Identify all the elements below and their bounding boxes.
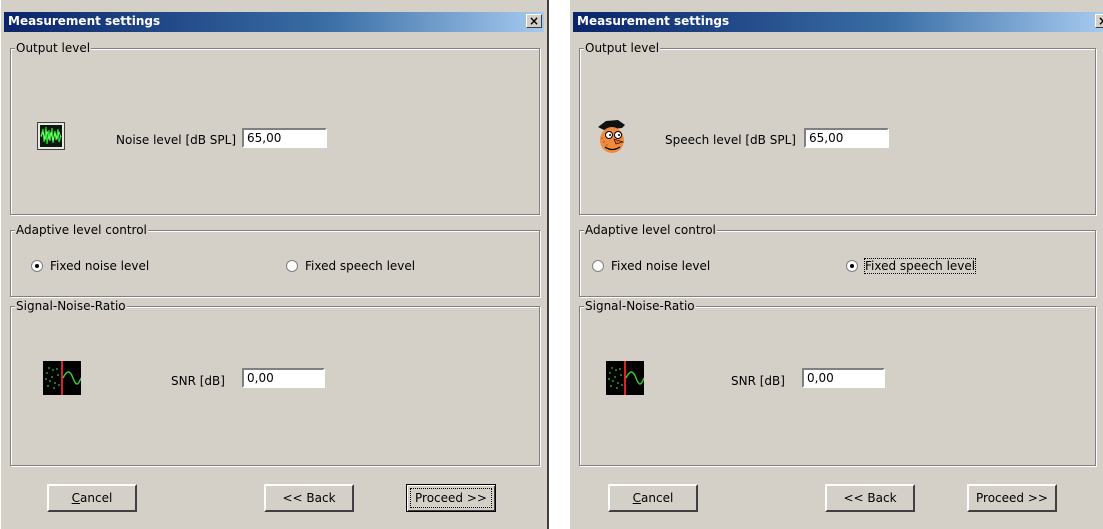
signal-noise-ratio-label: Signal-Noise-Ratio [15, 299, 127, 313]
radio-unselected-indicator [592, 260, 604, 272]
speech-level-label: Speech level [dB SPL] [665, 133, 796, 147]
radio-unselected-indicator [286, 260, 298, 272]
title-bar[interactable]: Measurement settings × [4, 12, 544, 32]
snr-label: SNR [dB] [731, 374, 785, 388]
close-button[interactable]: × [1095, 14, 1103, 28]
measurement-settings-dialog-speech: Measurement settings × Output level Spee… [569, 0, 1103, 529]
adaptive-level-control-label: Adaptive level control [15, 223, 148, 237]
output-level-group-label: Output level [584, 41, 661, 55]
noise-level-label: Noise level [dB SPL] [116, 133, 237, 147]
radio-selected-indicator [846, 260, 858, 272]
title-bar[interactable]: Measurement settings × [573, 12, 1103, 32]
noise-waveform-icon [37, 122, 65, 150]
cancel-label: ancel [80, 491, 113, 505]
fixed-noise-level-radio[interactable]: Fixed noise level [31, 259, 149, 273]
dialog-title: Measurement settings [577, 14, 730, 28]
cancel-accelerator: C [632, 491, 642, 505]
noise-level-input[interactable]: 65,00 [242, 128, 327, 148]
proceed-button[interactable]: Proceed >> [406, 484, 496, 512]
proceed-label: Proceed >> [410, 488, 492, 508]
output-level-group-label: Output level [15, 41, 92, 55]
fixed-noise-level-radio[interactable]: Fixed noise level [592, 259, 710, 273]
back-button[interactable]: << Back [825, 484, 915, 512]
snr-signal-icon [43, 361, 82, 395]
snr-input[interactable]: 0,00 [242, 368, 325, 388]
fixed-speech-level-radio[interactable]: Fixed speech level [846, 258, 977, 274]
measurement-settings-dialog-noise: Measurement settings × Output level Nois… [0, 0, 549, 529]
fixed-speech-level-label: Fixed speech level [305, 259, 416, 273]
fixed-speech-level-radio[interactable]: Fixed speech level [286, 259, 415, 273]
close-button[interactable]: × [526, 14, 542, 28]
snr-input[interactable]: 0,00 [802, 368, 885, 388]
adaptive-level-control-label: Adaptive level control [584, 223, 717, 237]
dialog-title: Measurement settings [8, 14, 161, 28]
fixed-speech-level-label: Fixed speech level [863, 258, 977, 274]
cancel-button[interactable]: Cancel [608, 484, 698, 512]
signal-noise-ratio-label: Signal-Noise-Ratio [584, 299, 696, 313]
speech-level-input[interactable]: 65,00 [804, 128, 889, 148]
cancel-button[interactable]: Cancel [47, 484, 137, 512]
radio-selected-indicator [31, 260, 43, 272]
cancel-label: ancel [641, 491, 674, 505]
snr-label: SNR [dB] [171, 374, 225, 388]
proceed-button[interactable]: Proceed >> [967, 484, 1057, 512]
speaker-face-icon [592, 117, 632, 157]
cancel-accelerator: C [71, 491, 81, 505]
snr-signal-icon [606, 361, 645, 395]
fixed-noise-level-label: Fixed noise level [611, 259, 711, 273]
back-button[interactable]: << Back [264, 484, 354, 512]
fixed-noise-level-label: Fixed noise level [50, 259, 150, 273]
